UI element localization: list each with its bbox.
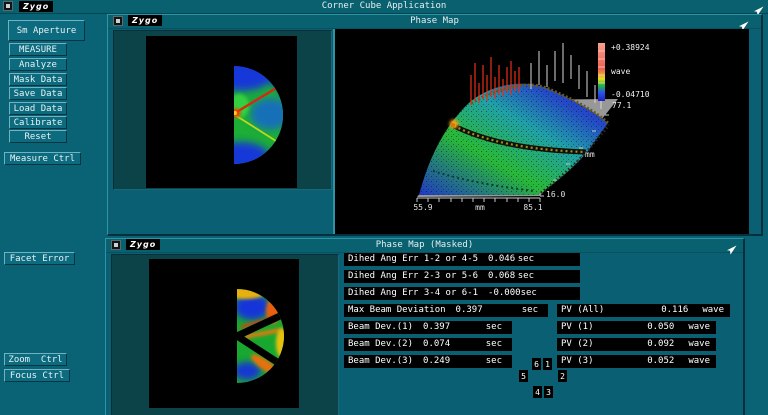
mask-data-button[interactable]: Mask Data bbox=[9, 73, 67, 86]
phase-map-title: Phase Map bbox=[410, 16, 459, 26]
segment-chip-3: 3 bbox=[544, 386, 553, 398]
stat-label: PV (3) bbox=[561, 356, 594, 366]
stat-value: 0.074 bbox=[423, 339, 451, 349]
zoom-ctrl-button[interactable]: Zoom Ctrl bbox=[4, 353, 67, 366]
phase-map-title-bar[interactable]: Zygo Phase Map bbox=[108, 15, 761, 31]
stat-label: PV (All) bbox=[561, 305, 605, 315]
stat-beam-dev-2: Beam Dev.(2) 0.074 sec bbox=[344, 338, 512, 351]
calibrate-button[interactable]: Calibrate bbox=[9, 116, 67, 129]
colorbar-max-label: +0.38924 bbox=[611, 43, 650, 52]
stat-unit: sec bbox=[485, 322, 502, 332]
stat-label: Dihed Ang Err 1-2 or 4-5 bbox=[348, 254, 479, 264]
stat-unit: sec bbox=[485, 339, 502, 349]
stat-unit: sec bbox=[485, 356, 502, 366]
stat-unit: sec bbox=[521, 305, 538, 315]
facet-error-button[interactable]: Facet Error bbox=[4, 252, 75, 265]
phase-map-3d: 55.9 mm 85.1 16.0 mm +0.38924 wave -0.04… bbox=[333, 29, 749, 234]
stat-value: 0.249 bbox=[423, 356, 451, 366]
masked-phase-map-image bbox=[149, 259, 299, 408]
stat-label: PV (2) bbox=[561, 339, 594, 349]
x-axis-min-label: 55.9 bbox=[413, 203, 432, 212]
z-corner-label: 77.1 bbox=[612, 101, 631, 110]
stat-dihed-ang-err-1-2: Dihed Ang Err 1-2 or 4-5 0.046 sec bbox=[344, 253, 580, 266]
corner-cube-application-screen: Zygo Corner Cube Application Sm Aperture… bbox=[0, 0, 768, 415]
phase-map-2d-image bbox=[146, 36, 297, 188]
pointer-icon[interactable] bbox=[739, 16, 749, 31]
stat-value: 0.092 bbox=[647, 339, 675, 349]
y-axis-unit-label: mm bbox=[585, 150, 595, 159]
stat-label: PV (1) bbox=[561, 322, 594, 332]
colorbar-unit-label: wave bbox=[611, 67, 630, 76]
main-title-bar[interactable]: Zygo Corner Cube Application bbox=[0, 0, 768, 16]
stat-unit: sec bbox=[517, 271, 534, 281]
stat-max-beam-deviation: Max Beam Deviation 0.397 sec bbox=[344, 304, 548, 317]
segment-chip-2: 2 bbox=[558, 370, 567, 382]
y-axis-min-label: 16.0 bbox=[546, 190, 565, 199]
stat-label: Dihed Ang Err 2-3 or 5-6 bbox=[348, 271, 479, 281]
stat-label: Dihed Ang Err 3-4 or 6-1 bbox=[348, 288, 479, 298]
stat-unit: wave bbox=[688, 356, 710, 366]
stat-unit: wave bbox=[702, 305, 724, 315]
phase-map-masked-window: Zygo Phase Map (Masked) Dihed Ang Err 1-… bbox=[105, 238, 745, 415]
stat-pv-all: PV (All) 0.116 wave bbox=[557, 304, 730, 317]
stat-beam-dev-1: Beam Dev.(1) 0.397 sec bbox=[344, 321, 512, 334]
stat-label: Max Beam Deviation bbox=[348, 305, 446, 315]
segment-chip-4: 4 bbox=[533, 386, 542, 398]
load-data-button[interactable]: Load Data bbox=[9, 102, 67, 115]
sm-aperture-button[interactable]: Sm Aperture bbox=[8, 20, 85, 41]
stat-label: Beam Dev.(1) bbox=[348, 322, 414, 332]
segment-chip-6: 6 bbox=[532, 358, 541, 370]
colorbar-min-label: -0.04710 bbox=[611, 90, 650, 99]
stat-value: 0.046 bbox=[488, 254, 516, 264]
stat-pv-3: PV (3) 0.052 wave bbox=[557, 355, 716, 368]
stat-value: 0.116 bbox=[661, 305, 689, 315]
segment-chip-5: 5 bbox=[519, 370, 528, 382]
reset-button[interactable]: Reset bbox=[9, 130, 67, 143]
stat-label: Beam Dev.(3) bbox=[348, 356, 414, 366]
stat-pv-2: PV (2) 0.092 wave bbox=[557, 338, 716, 351]
stat-value: -0.000 bbox=[488, 288, 521, 298]
stat-value: 0.068 bbox=[488, 271, 516, 281]
measure-ctrl-button[interactable]: Measure Ctrl bbox=[4, 152, 81, 165]
colorbar bbox=[598, 43, 605, 101]
stat-value: 0.052 bbox=[647, 356, 675, 366]
masked-title-bar[interactable]: Zygo Phase Map (Masked) bbox=[106, 239, 743, 255]
stat-dihed-ang-err-3-4: Dihed Ang Err 3-4 or 6-1 -0.000 sec bbox=[344, 287, 580, 300]
stat-value: 0.397 bbox=[423, 322, 451, 332]
masked-phase-map-2d bbox=[149, 259, 299, 408]
stat-unit: sec bbox=[517, 254, 534, 264]
phase-map-3d-plot: 55.9 mm 85.1 16.0 mm +0.38924 wave -0.04… bbox=[335, 29, 749, 233]
pointer-icon[interactable] bbox=[727, 240, 737, 255]
app-title: Corner Cube Application bbox=[321, 1, 447, 11]
phase-map-window: Zygo Phase Map 55.9 mm 85.1 16.0 mm +0.3… bbox=[107, 14, 763, 236]
focus-ctrl-button[interactable]: Focus Ctrl bbox=[4, 369, 70, 382]
phase-map-2d bbox=[146, 36, 297, 188]
measure-button[interactable]: MEASURE bbox=[9, 43, 67, 56]
stat-value: 0.397 bbox=[455, 305, 483, 315]
stat-dihed-ang-err-2-3: Dihed Ang Err 2-3 or 5-6 0.068 sec bbox=[344, 270, 580, 283]
stat-unit: wave bbox=[688, 339, 710, 349]
analyze-button[interactable]: Analyze bbox=[9, 58, 67, 71]
masked-title: Phase Map (Masked) bbox=[375, 240, 474, 250]
stat-unit: sec bbox=[520, 288, 537, 298]
stat-beam-dev-3: Beam Dev.(3) 0.249 sec bbox=[344, 355, 512, 368]
x-axis-unit-label: mm bbox=[475, 203, 485, 212]
pointer-icon[interactable] bbox=[754, 1, 764, 16]
stat-value: 0.050 bbox=[647, 322, 675, 332]
stat-label: Beam Dev.(2) bbox=[348, 339, 414, 349]
stat-unit: wave bbox=[688, 322, 710, 332]
x-axis-max-label: 85.1 bbox=[523, 203, 542, 212]
segment-chip-1: 1 bbox=[543, 358, 552, 370]
save-data-button[interactable]: Save Data bbox=[9, 87, 67, 100]
stat-pv-1: PV (1) 0.050 wave bbox=[557, 321, 716, 334]
